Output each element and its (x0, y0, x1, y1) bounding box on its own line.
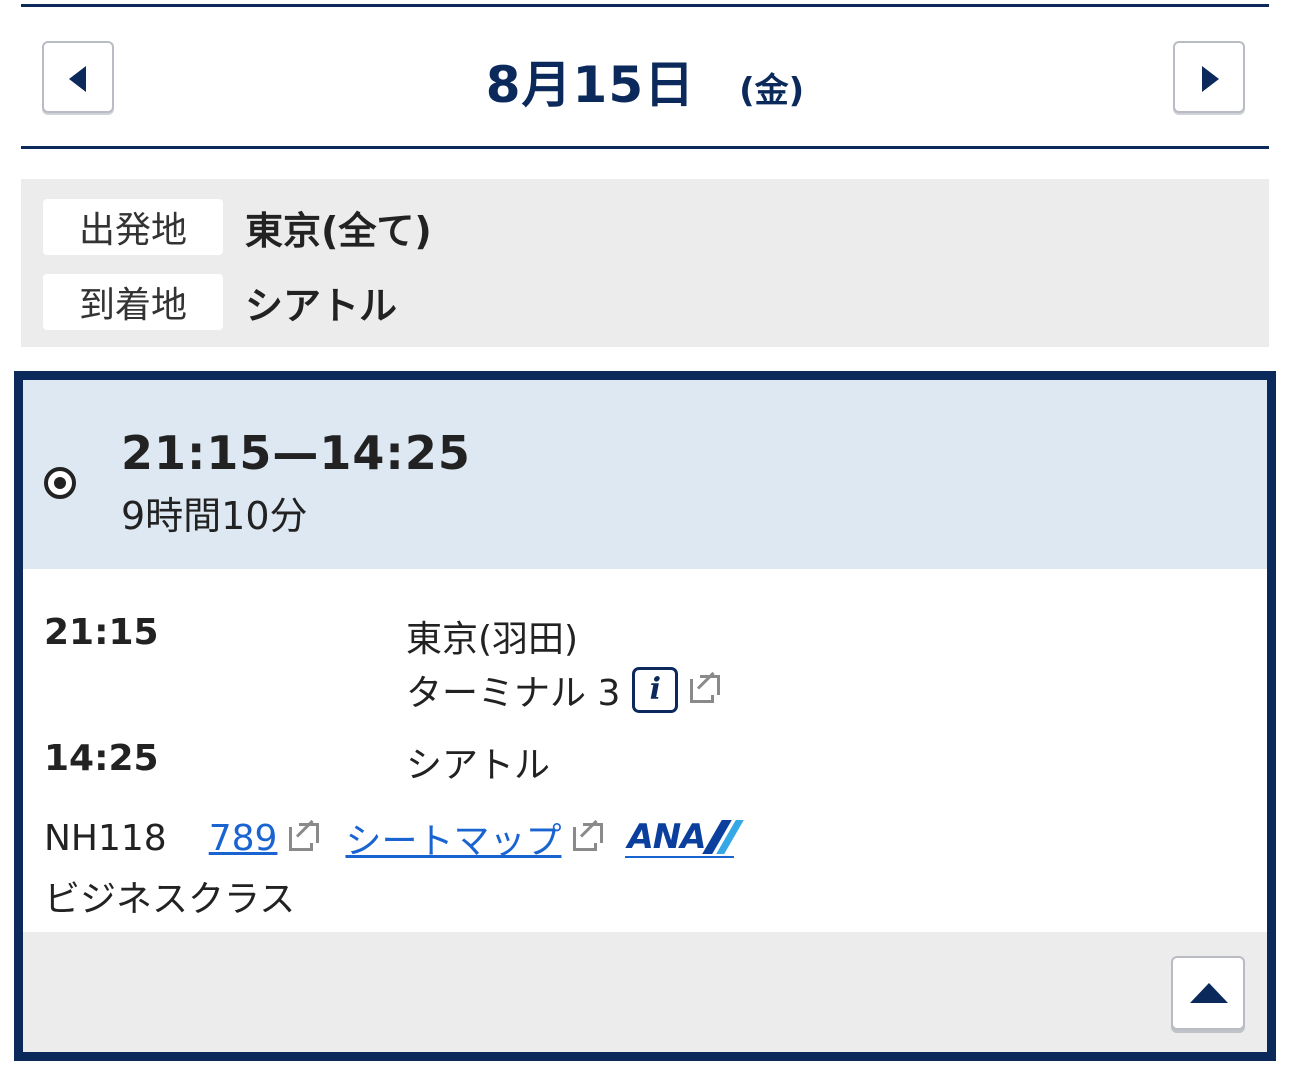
select-flight-radio[interactable] (44, 467, 76, 499)
origin-label: 出発地 (43, 199, 223, 255)
external-link-icon[interactable] (289, 819, 320, 853)
card-footer (23, 932, 1267, 1052)
route-summary: 出発地 東京(全て) 到着地 シアトル (21, 179, 1269, 347)
aircraft-link[interactable]: 789 (209, 818, 278, 859)
origin-row: 出発地 東京(全て) (43, 199, 432, 255)
triangle-up-icon (1190, 983, 1228, 1003)
departure-terminal: ターミナル 3 (406, 673, 621, 714)
ana-logo[interactable]: ANA (625, 817, 744, 858)
arrival-airport: シアトル (406, 745, 551, 786)
next-day-button[interactable] (1173, 41, 1245, 113)
cabin-class: ビジネスクラス (44, 879, 296, 920)
flight-result-header[interactable]: 21:15—14:25 9時間10分 (23, 380, 1267, 569)
destination-value: シアトル (245, 283, 398, 328)
external-link-icon[interactable] (573, 819, 604, 853)
collapse-up-button[interactable] (1171, 956, 1245, 1030)
flight-times: 21:15—14:25 (121, 426, 471, 480)
destination-label: 到着地 (43, 274, 223, 330)
terminal-info-icon[interactable]: i (632, 667, 679, 713)
destination-row: 到着地 シアトル (43, 274, 397, 330)
weekday-label: (金) (739, 71, 805, 111)
flight-number: NH118 (44, 817, 167, 859)
date-title: 8月15日 (金) (21, 45, 1269, 117)
departure-time: 21:15 (44, 612, 159, 653)
date-header: 8月15日 (金) (21, 4, 1269, 149)
departure-terminal-row: ターミナル 3 i (406, 664, 721, 716)
date-label: 8月15日 (485, 56, 696, 114)
origin-value: 東京(全て) (245, 208, 432, 253)
flight-info-row: NH118 789 シートマップ ANA (44, 812, 744, 864)
radio-selected-dot (54, 477, 66, 489)
flight-result-card: 21:15—14:25 9時間10分 21:15 東京(羽田) ターミナル 3 … (14, 371, 1276, 1061)
info-icon-glyph: i (649, 672, 662, 707)
seatmap-link[interactable]: シートマップ (345, 812, 561, 864)
ana-logo-text: ANA (627, 817, 706, 857)
departure-airport: 東京(羽田) (406, 619, 579, 660)
external-link-icon[interactable] (690, 671, 721, 705)
triangle-right-icon (1202, 66, 1219, 92)
arrival-time: 14:25 (44, 738, 159, 779)
flight-duration: 9時間10分 (121, 494, 308, 538)
